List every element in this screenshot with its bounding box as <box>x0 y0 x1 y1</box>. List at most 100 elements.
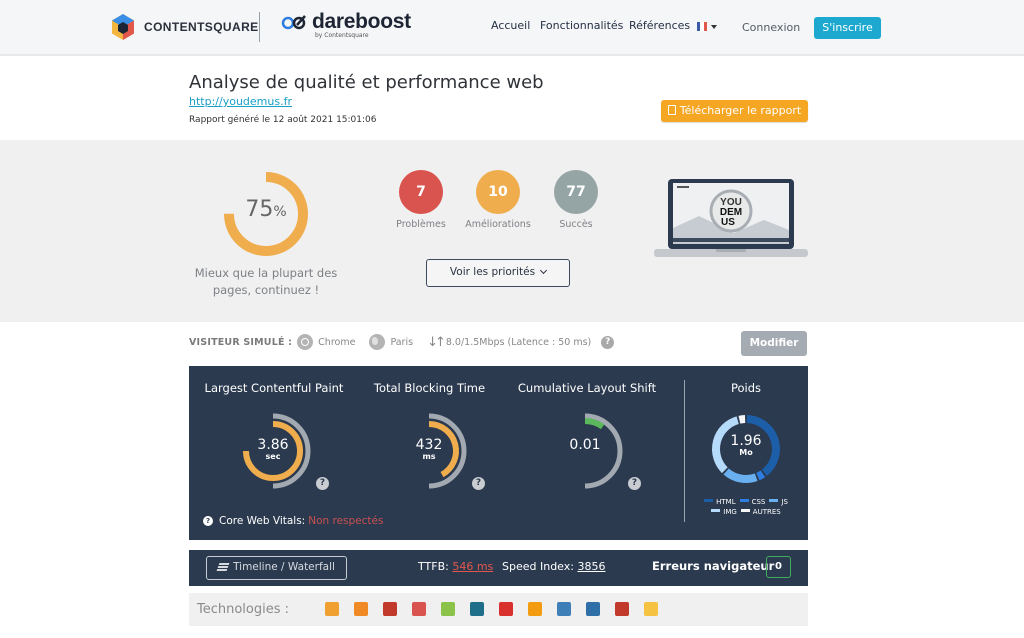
legend-swatch <box>740 509 750 512</box>
page-screenshot-laptop[interactable]: YOU DEM US <box>654 178 808 258</box>
technologies-bar: Technologies : <box>189 593 808 626</box>
up-down-arrows-icon: ↓↑ <box>427 334 446 350</box>
visitor-location: Paris <box>390 336 414 348</box>
cls-help-icon[interactable]: ? <box>628 477 641 490</box>
contentsquare-logo[interactable]: CONTENTSQUARE <box>110 13 259 41</box>
visitor-connection: 8.0/1.5Mbps (Latence : 50 ms) <box>445 336 592 348</box>
top-navigation-bar: CONTENTSQUARE dareboost by Contentsquare… <box>0 0 1024 56</box>
wordpress-icon[interactable] <box>557 602 571 616</box>
language-caret-icon[interactable] <box>711 25 717 29</box>
view-priorities-button[interactable]: Voir les priorités <box>426 259 570 287</box>
nav-accueil[interactable]: Accueil <box>491 19 530 32</box>
tech-icon-1[interactable] <box>325 602 339 616</box>
counter-improvements-label: Améliorations <box>465 219 531 230</box>
cwv-label: Core Web Vitals: <box>219 515 306 527</box>
tbt-value-number: 432 <box>415 437 443 453</box>
modify-visitor-button[interactable]: Modifier <box>741 331 807 356</box>
dareboost-logo-icon <box>281 15 306 30</box>
ttfb-value[interactable]: 546 ms <box>452 560 493 573</box>
score-number: 75 <box>245 197 274 222</box>
download-report-button[interactable]: Télécharger le rapport <box>661 100 808 122</box>
c-icon[interactable] <box>615 602 629 616</box>
login-link[interactable]: Connexion <box>742 21 800 34</box>
legend-item-img: IMG <box>711 508 737 516</box>
cls-title: Cumulative Layout Shift <box>517 381 657 395</box>
legend-swatch <box>711 509 721 512</box>
ttfb: TTFB: 546 ms <box>418 560 493 573</box>
tech-icon-4[interactable] <box>412 602 426 616</box>
legend-swatch <box>704 499 714 502</box>
ttfb-label: TTFB: <box>418 560 449 573</box>
metrics-panel: Largest Contentful Paint Total Blocking … <box>189 366 808 540</box>
simulated-visitor-label: VISITEUR SIMULÉ : <box>189 336 293 348</box>
page-title: Analyse de qualité et performance web <box>189 72 544 93</box>
nav-fonctionnalites[interactable]: Fonctionnalités <box>540 19 623 32</box>
chevron-down-icon <box>540 266 548 275</box>
counter-success[interactable]: 77 Succès <box>531 170 621 230</box>
weight-segment-css <box>756 470 766 481</box>
legend-item-autres: AUTRES <box>740 508 781 516</box>
font-icon[interactable] <box>383 602 397 616</box>
cls-value-number: 0.01 <box>569 437 601 453</box>
tech-icon-5[interactable] <box>441 602 455 616</box>
p-icon[interactable] <box>499 602 513 616</box>
score-unit: % <box>273 204 287 220</box>
speed-index-value[interactable]: 3856 <box>577 560 605 573</box>
contentsquare-wordmark: CONTENTSQUARE <box>144 20 259 34</box>
lcp-title: Largest Contentful Paint <box>204 381 344 395</box>
cwv-help-icon[interactable]: ? <box>203 516 213 526</box>
technologies-label: Technologies : <box>197 602 290 617</box>
core-web-vitals-status: ? Core Web Vitals: Non respectés <box>203 515 383 527</box>
legend-label: HTML <box>716 498 736 506</box>
contentsquare-logo-icon <box>112 14 134 40</box>
dareboost-wordmark: dareboost <box>312 10 411 33</box>
tbt-value-unit: ms <box>422 452 436 461</box>
visitor-browser: Chrome <box>318 336 356 348</box>
legend-label: JS <box>781 498 788 506</box>
shield-icon[interactable] <box>644 602 658 616</box>
tech-icon-6[interactable] <box>470 602 484 616</box>
simulated-visitor-bar: VISITEUR SIMULÉ : Chrome Paris ↓↑ 8.0/1.… <box>189 334 615 350</box>
nav-references[interactable]: Références <box>629 19 690 32</box>
gauge-value-arc <box>584 418 605 430</box>
speed-index: Speed Index: 3856 <box>502 560 605 573</box>
download-report-label: Télécharger le rapport <box>679 104 802 117</box>
jquery-icon[interactable] <box>586 602 600 616</box>
cwv-status: Non respectés <box>308 515 384 527</box>
weight-segment-autres <box>738 415 746 424</box>
legend-item-css: CSS <box>739 498 766 506</box>
counter-problems-bubble: 7 <box>399 170 443 214</box>
cls-value: 0.01 <box>545 437 625 453</box>
timeline-waterfall-button[interactable]: Timeline / Waterfall <box>206 556 347 580</box>
counter-success-label: Succès <box>559 219 593 230</box>
tbt-title: Total Blocking Time <box>373 381 486 395</box>
tech-icon-8[interactable] <box>528 602 542 616</box>
signup-button[interactable]: S'inscrire <box>814 17 881 39</box>
weight-title: Poids <box>730 381 762 395</box>
metrics-divider <box>684 380 685 522</box>
tbt-help-icon[interactable]: ? <box>472 477 485 490</box>
counter-improvements-bubble: 10 <box>476 170 520 214</box>
counter-improvements[interactable]: 10 Améliorations <box>453 170 543 230</box>
dareboost-logo[interactable]: dareboost by Contentsquare <box>281 10 411 39</box>
lcp-help-icon[interactable]: ? <box>316 477 329 490</box>
screenshot-text-3: US <box>721 217 735 228</box>
score-value: 75% <box>223 197 309 222</box>
counter-success-bubble: 77 <box>554 170 598 214</box>
browser-errors-count[interactable]: 0 <box>766 556 791 578</box>
legend-swatch <box>739 499 749 502</box>
globe-icon <box>369 334 386 350</box>
analyzed-url-link[interactable]: http://youdemus.fr <box>189 95 292 108</box>
document-icon <box>667 105 676 115</box>
language-flag-icon[interactable] <box>697 22 707 31</box>
timeline-waterfall-label: Timeline / Waterfall <box>233 561 335 573</box>
analytics-icon[interactable] <box>354 602 368 616</box>
technologies-icons <box>325 602 658 616</box>
browser-errors-label: Erreurs navigateur <box>652 559 775 573</box>
legend-label: IMG <box>723 508 737 516</box>
legend-label: AUTRES <box>752 508 781 516</box>
score-description: Mieux que la plupart des pages, continue… <box>194 266 338 297</box>
legend-item-js: JS <box>769 498 788 506</box>
help-icon[interactable]: ? <box>601 335 615 349</box>
legend-label: CSS <box>751 498 766 506</box>
